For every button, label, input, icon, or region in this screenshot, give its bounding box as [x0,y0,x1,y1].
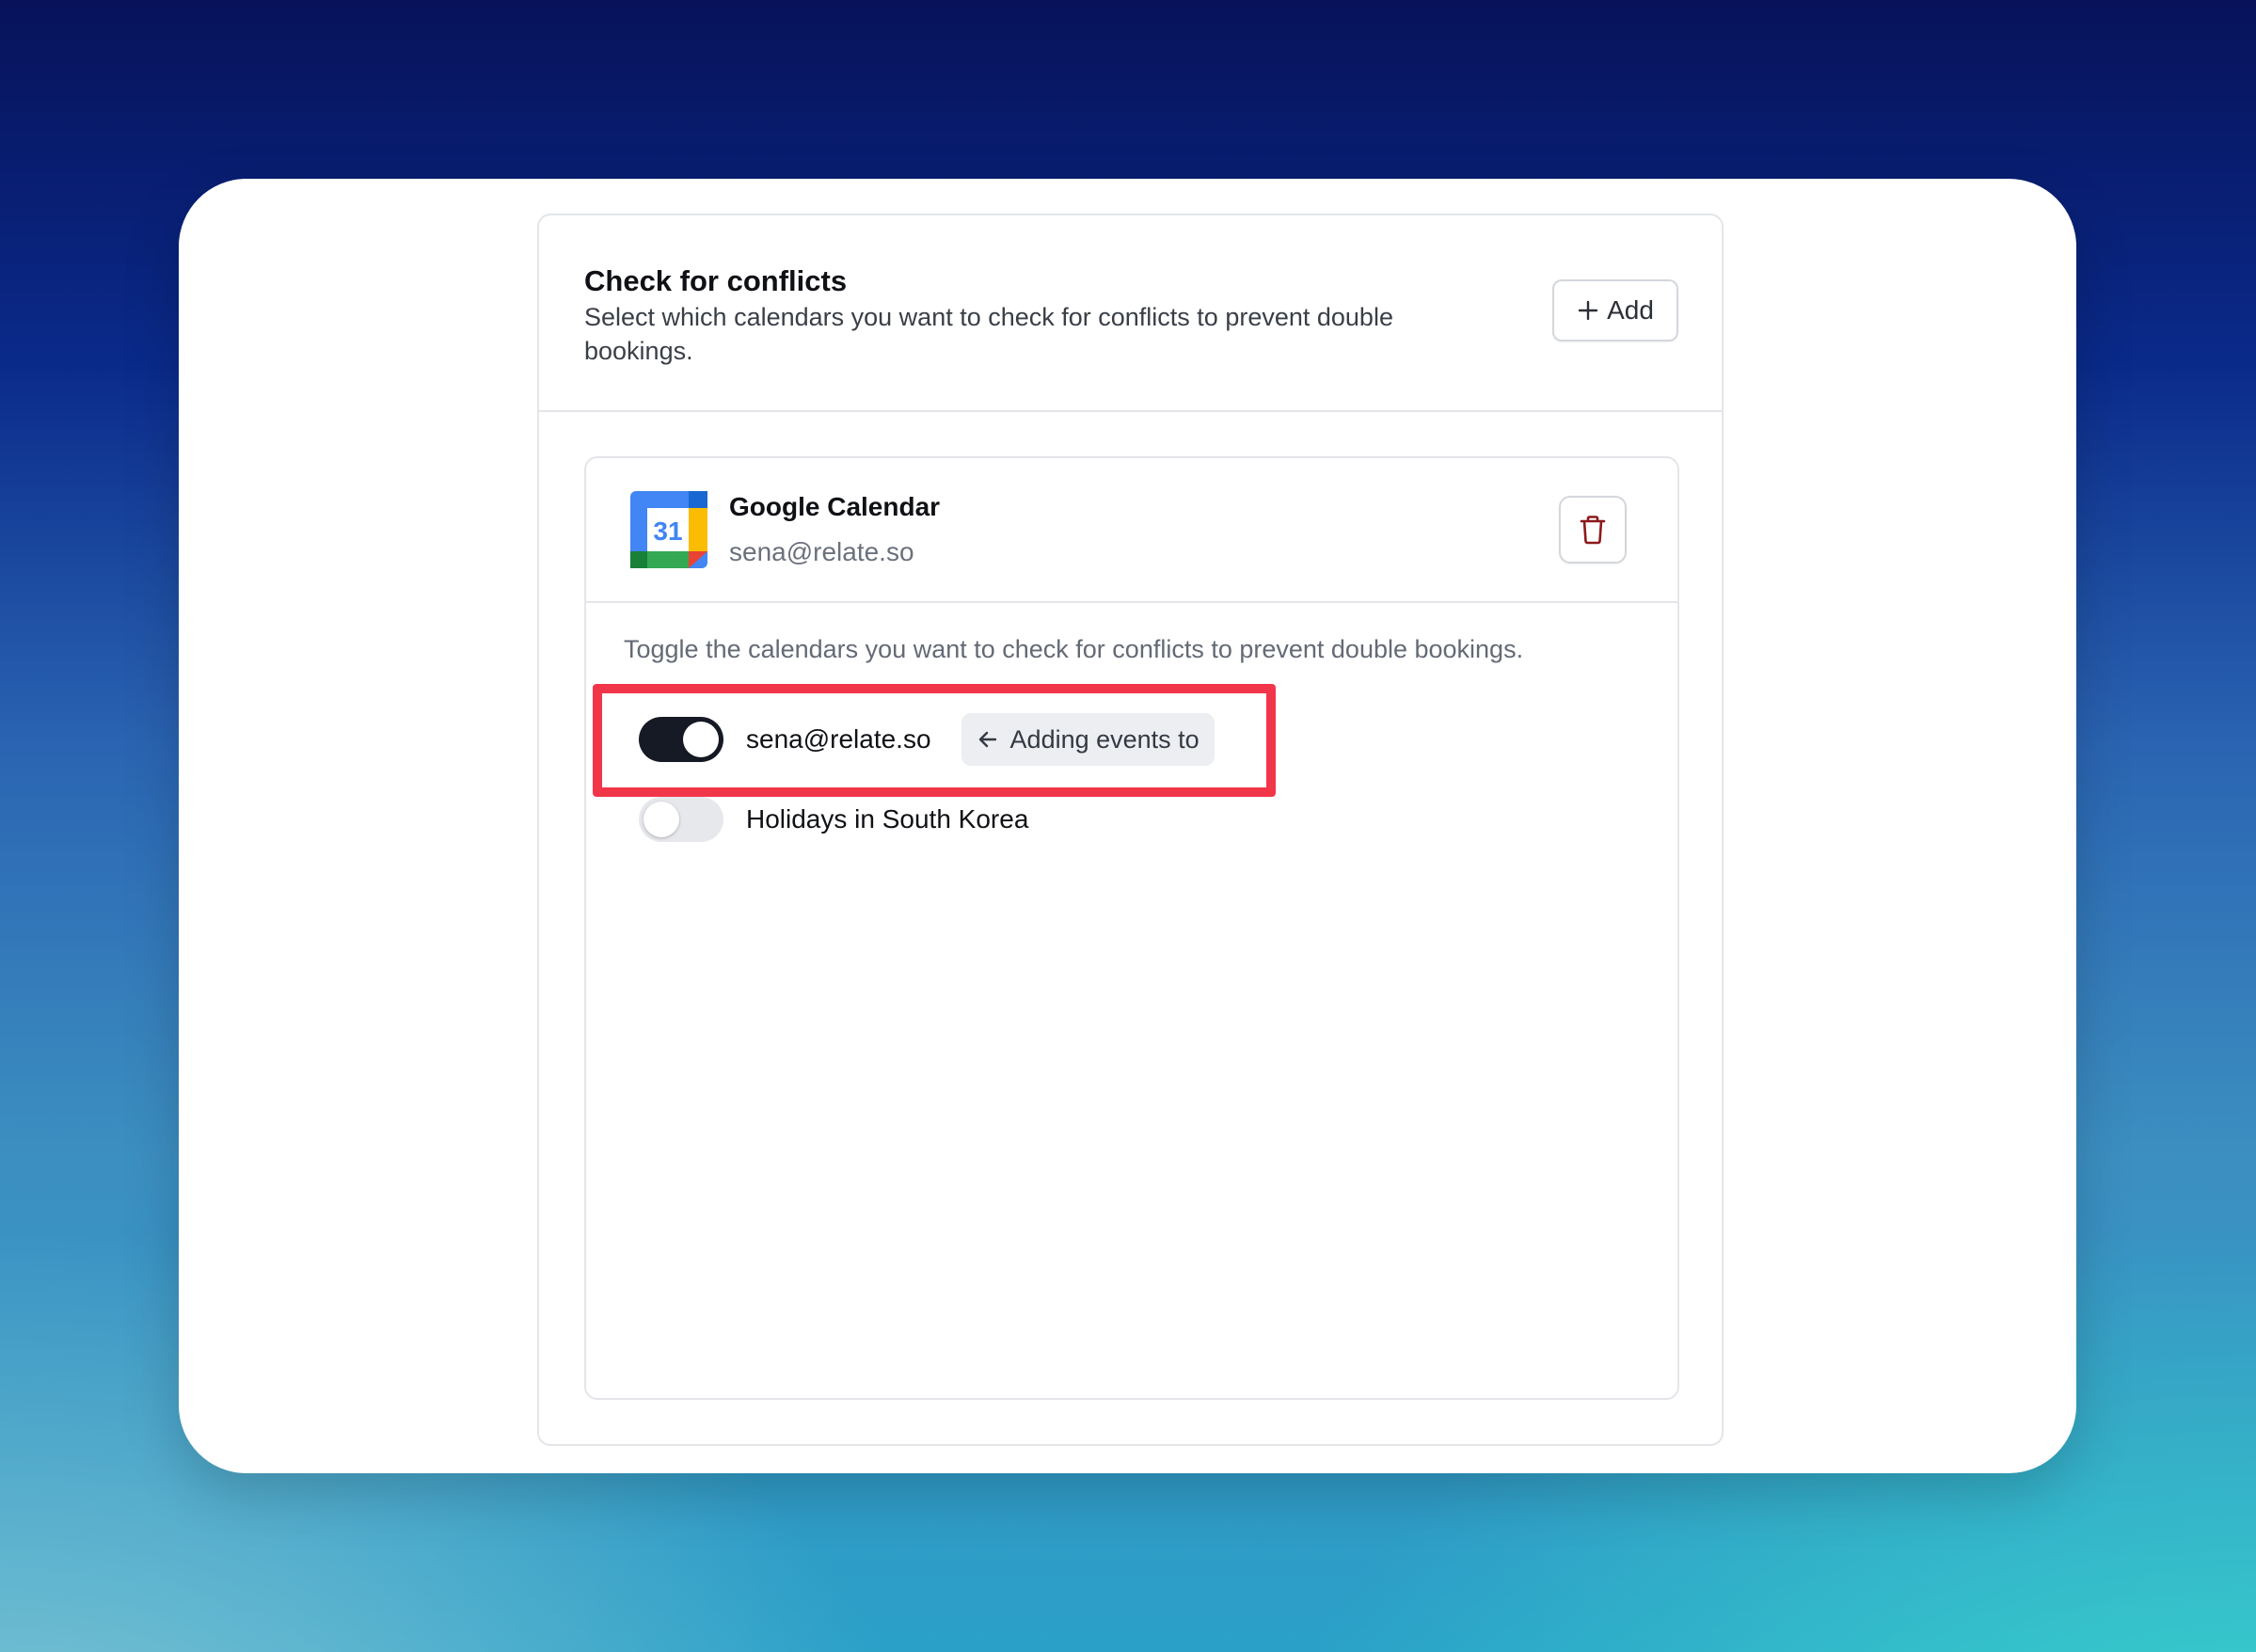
calendar-toggle-primary[interactable] [639,717,723,762]
toggle-hint: Toggle the calendars you want to check f… [624,635,1524,663]
trash-icon [1580,516,1606,545]
section-title: Check for conflicts [584,264,848,297]
toggle-knob [643,802,679,837]
calendar-provider-name: Google Calendar [729,492,941,521]
arrow-left-icon [978,731,996,748]
toggle-knob [683,722,719,757]
add-button-label: Add [1607,295,1654,325]
add-calendar-button[interactable]: Add [1552,279,1678,342]
calendar-label: Holidays in South Korea [746,804,1029,834]
calendar-row: Holidays in South Korea [639,796,1028,843]
calendar-label: sena@relate.so [746,724,931,754]
calendar-account-header: 31 Google Calendar sena@relate.so [586,458,1677,603]
panel-header: Check for conflicts Select which calenda… [539,215,1722,412]
google-calendar-icon: 31 [630,491,707,568]
calendar-toggle-holidays[interactable] [639,797,723,842]
plus-icon [1578,300,1598,321]
calendar-account-card: 31 Google Calendar sena@relate.so Toggle… [584,456,1679,1400]
badge-label: Adding events to [1009,724,1199,754]
adding-events-badge: Adding events to [961,713,1215,766]
section-description: Select which calendars you want to check… [584,303,1393,365]
calendar-account-email: sena@relate.so [729,537,914,566]
calendar-day-number: 31 [653,516,682,546]
calendar-row: sena@relate.so Adding events to [639,713,1215,766]
delete-account-button[interactable] [1559,496,1627,564]
conflicts-panel: Check for conflicts Select which calenda… [537,214,1724,1446]
